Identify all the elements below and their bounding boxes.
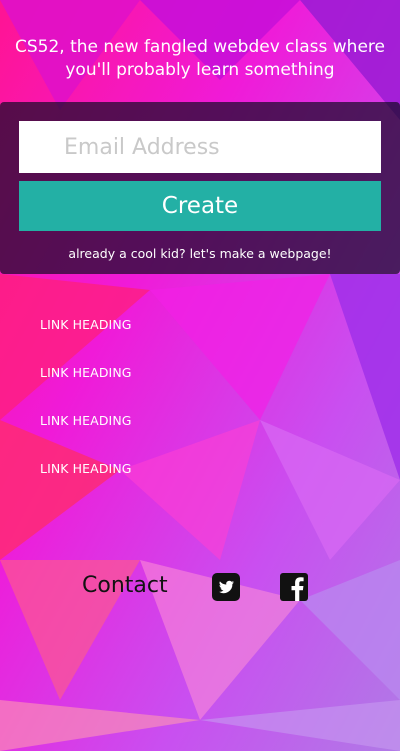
facebook-icon[interactable]: [280, 573, 308, 601]
link-list: LINK HEADING LINK HEADING LINK HEADING L…: [40, 314, 132, 506]
page: CS52, the new fangled webdev class where…: [0, 0, 400, 751]
link-heading[interactable]: LINK HEADING: [40, 317, 132, 332]
link-heading[interactable]: LINK HEADING: [40, 413, 132, 428]
link-heading[interactable]: LINK HEADING: [40, 461, 132, 476]
list-item: LINK HEADING: [40, 362, 132, 410]
link-heading[interactable]: LINK HEADING: [40, 365, 132, 380]
email-field[interactable]: [19, 121, 381, 173]
page-tagline: CS52, the new fangled webdev class where…: [15, 37, 385, 80]
login-link[interactable]: already a cool kid? let's make a webpage…: [0, 246, 400, 261]
list-item: LINK HEADING: [40, 458, 132, 506]
twitter-icon[interactable]: [212, 573, 240, 601]
contact-label: Contact: [82, 573, 168, 598]
create-button[interactable]: Create: [19, 181, 381, 231]
list-item: LINK HEADING: [40, 314, 132, 362]
signup-panel: Create already a cool kid? let's make a …: [0, 102, 400, 274]
list-item: LINK HEADING: [40, 410, 132, 458]
